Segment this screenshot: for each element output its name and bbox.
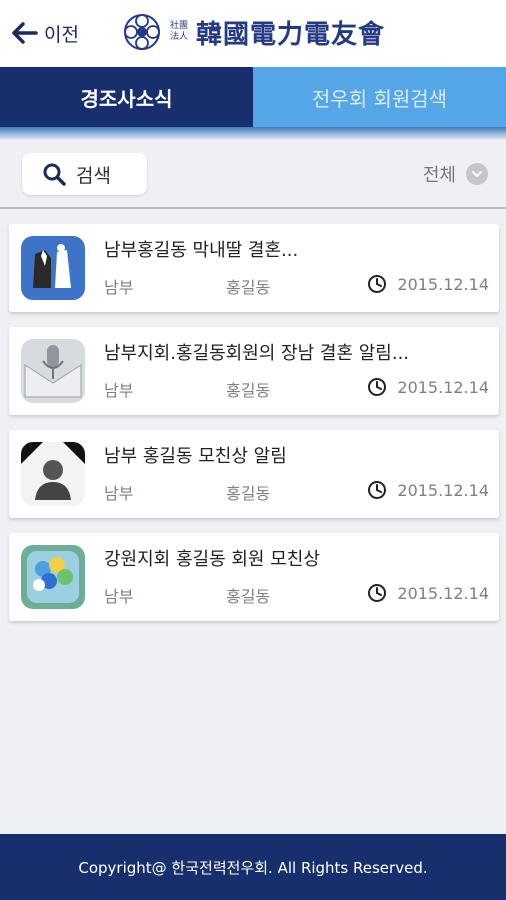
news-list: 남부홍길동 막내딸 결혼... 남부 홍길동 2015.12.14 남부지회.홍… xyxy=(9,224,499,636)
wedding-couple-icon xyxy=(21,236,85,300)
tab-member-search[interactable]: 전우회 회원검색 xyxy=(253,67,506,127)
list-item[interactable]: 남부 홍길동 모친상 알림 남부 홍길동 2015.12.14 xyxy=(9,430,499,518)
item-date: 2015.12.14 xyxy=(367,274,489,294)
item-title: 남부홍길동 막내딸 결혼... xyxy=(104,240,299,261)
tab-condolence-news[interactable]: 경조사소식 xyxy=(0,67,253,127)
search-button-label: 검색 xyxy=(76,164,111,187)
item-date: 2015.12.14 xyxy=(367,480,489,500)
filter-dropdown[interactable]: 전체 xyxy=(423,161,488,187)
chevron-down-icon xyxy=(466,163,488,185)
item-title: 강원지회 홍길동 회원 모친상 xyxy=(104,549,320,570)
association-logo: 社團 法人 韓國電力電友會 xyxy=(122,12,385,52)
item-meta: 남부 홍길동 2015.12.14 xyxy=(104,377,489,401)
item-meta: 남부 홍길동 2015.12.14 xyxy=(104,274,489,298)
list-item[interactable]: 남부홍길동 막내딸 결혼... 남부 홍길동 2015.12.14 xyxy=(9,224,499,312)
arrow-left-icon xyxy=(12,22,38,44)
filter-value: 전체 xyxy=(422,165,456,186)
item-author: 홍길동 xyxy=(226,278,271,297)
item-meta: 남부 홍길동 2015.12.14 xyxy=(104,583,489,607)
item-date-text: 2015.12.14 xyxy=(397,274,489,294)
item-author: 홍길동 xyxy=(226,587,271,606)
item-author: 홍길동 xyxy=(226,381,271,400)
clock-icon xyxy=(368,378,387,396)
clock-icon xyxy=(368,481,387,499)
item-author: 홍길동 xyxy=(226,484,271,503)
emblem-icon xyxy=(124,14,160,50)
search-button[interactable]: 검색 xyxy=(22,153,147,195)
search-icon xyxy=(43,163,66,186)
logo-small-text: 社團 法人 xyxy=(169,21,188,42)
item-region: 남부 xyxy=(104,381,134,400)
balloons-icon xyxy=(21,545,85,609)
logo-title: 韓國電力電友會 xyxy=(196,19,386,50)
copyright-text: Copyright@ 한국전력전우회. All Rights Reserved. xyxy=(78,858,428,877)
item-date-text: 2015.12.14 xyxy=(397,480,489,500)
footer: Copyright@ 한국전력전우회. All Rights Reserved. xyxy=(0,834,506,900)
back-button[interactable]: 이전 xyxy=(12,18,79,48)
clock-icon xyxy=(368,275,387,293)
item-title: 남부 홍길동 모친상 알림 xyxy=(104,446,287,467)
item-meta: 남부 홍길동 2015.12.14 xyxy=(104,480,489,504)
item-title: 남부지회.홍길동회원의 장남 결혼 알림... xyxy=(104,343,410,364)
item-date-text: 2015.12.14 xyxy=(397,583,489,603)
header-divider-stripe xyxy=(0,127,506,139)
item-region: 남부 xyxy=(104,587,134,606)
item-region: 남부 xyxy=(104,278,134,297)
microphone-envelope-icon xyxy=(21,339,85,403)
list-item[interactable]: 강원지회 홍길동 회원 모친상 남부 홍길동 2015.12.14 xyxy=(9,533,499,621)
tab-bar: 경조사소식 전우회 회원검색 xyxy=(0,67,506,127)
mourning-portrait-icon xyxy=(21,442,85,506)
list-item[interactable]: 남부지회.홍길동회원의 장남 결혼 알림... 남부 홍길동 2015.12.1… xyxy=(9,327,499,415)
item-date: 2015.12.14 xyxy=(367,583,489,603)
search-row: 검색 전체 xyxy=(0,139,506,209)
clock-icon xyxy=(368,584,387,602)
item-date: 2015.12.14 xyxy=(367,377,489,397)
top-bar: 이전 社團 法人 韓國電力電友會 xyxy=(0,0,506,67)
item-date-text: 2015.12.14 xyxy=(397,377,489,397)
back-label: 이전 xyxy=(44,23,79,46)
item-region: 남부 xyxy=(104,484,134,503)
